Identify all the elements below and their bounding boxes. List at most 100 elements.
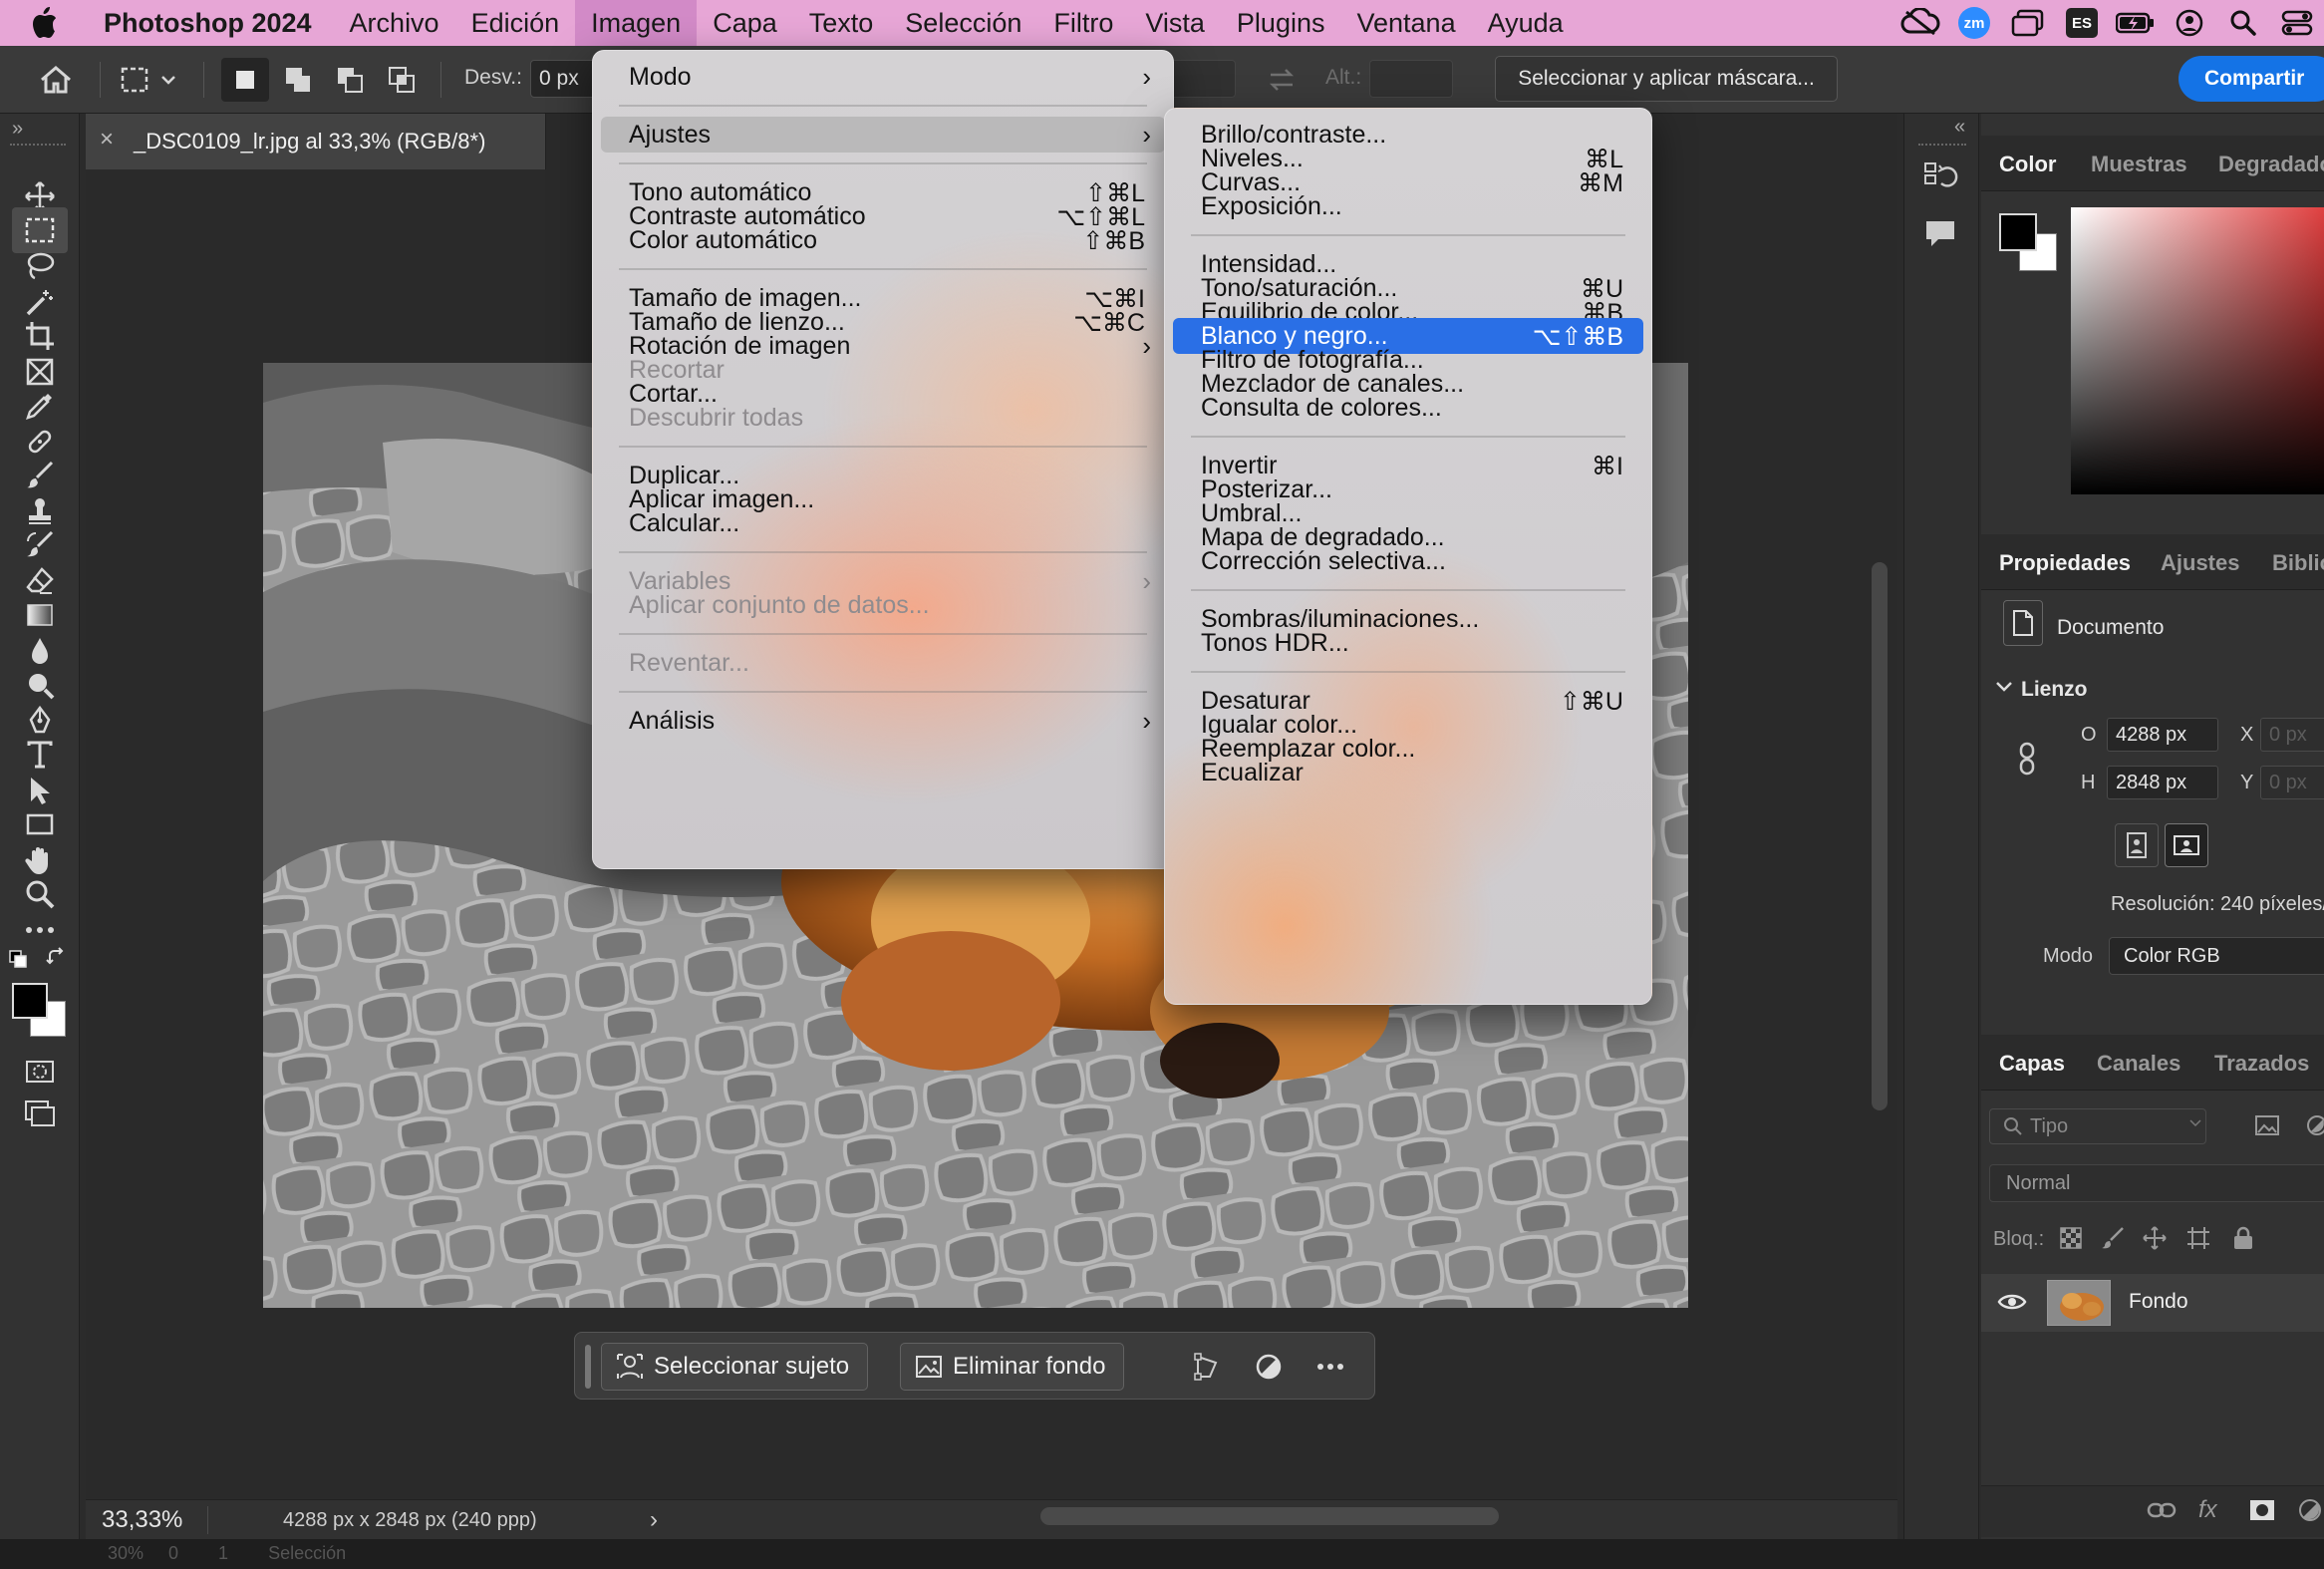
battery-icon[interactable] bbox=[2109, 0, 2163, 46]
canvas-width-input[interactable]: 4288 px bbox=[2107, 718, 2218, 752]
canvas-height-input[interactable]: 2848 px bbox=[2107, 766, 2218, 799]
blend-mode-select[interactable]: Normal bbox=[1989, 1164, 2324, 1202]
default-colors-icon[interactable] bbox=[8, 949, 28, 969]
document-icon bbox=[2003, 600, 2043, 646]
menu-ventana[interactable]: Ventana bbox=[1340, 0, 1471, 46]
menu-filtro[interactable]: Filtro bbox=[1037, 0, 1129, 46]
horizontal-scrollbar[interactable] bbox=[1040, 1507, 1499, 1525]
taskbar-drag-handle[interactable] bbox=[585, 1345, 591, 1389]
canvas-y-input[interactable]: 0 px bbox=[2260, 766, 2324, 799]
layer-mask-icon[interactable] bbox=[2248, 1498, 2276, 1522]
more-options-icon[interactable] bbox=[1308, 1345, 1352, 1389]
menu-texto[interactable]: Texto bbox=[793, 0, 890, 46]
canvas-x-input[interactable]: 0 px bbox=[2260, 718, 2324, 752]
remove-background-button[interactable]: Eliminar fondo bbox=[900, 1343, 1125, 1391]
menu-capa[interactable]: Capa bbox=[697, 0, 793, 46]
window-switcher-icon[interactable] bbox=[2001, 0, 2055, 46]
transform-icon[interactable] bbox=[1185, 1345, 1229, 1389]
menu-edicion[interactable]: Edición bbox=[455, 0, 576, 46]
lock-all-icon[interactable] bbox=[2232, 1226, 2254, 1250]
menu-plugins[interactable]: Plugins bbox=[1221, 0, 1341, 46]
tab-color[interactable]: Color bbox=[1999, 152, 2056, 177]
new-adjustment-layer-icon[interactable] bbox=[2298, 1498, 2322, 1522]
adjustment-layer-icon[interactable] bbox=[1247, 1345, 1291, 1389]
zoom-level-field[interactable]: 33,33% bbox=[102, 1506, 217, 1536]
lock-artboard-icon[interactable] bbox=[2186, 1226, 2210, 1250]
portrait-orientation-icon[interactable] bbox=[2115, 823, 2159, 867]
vertical-scrollbar[interactable] bbox=[1872, 562, 1888, 1110]
tab-gradients[interactable]: Degradados bbox=[2218, 152, 2324, 177]
control-center-icon[interactable] bbox=[2270, 0, 2324, 46]
menu-item-tonos-hdr[interactable]: Tonos HDR... bbox=[1173, 625, 1643, 661]
swap-colors-icon[interactable] bbox=[46, 947, 68, 969]
spotlight-search-icon[interactable] bbox=[2216, 0, 2270, 46]
input-source-icon[interactable]: ES bbox=[2055, 0, 2109, 46]
width-input[interactable] bbox=[1164, 60, 1236, 98]
link-layers-icon[interactable] bbox=[2147, 1500, 2177, 1520]
swap-dimensions-icon[interactable] bbox=[1260, 58, 1304, 102]
close-tab-icon[interactable]: × bbox=[100, 126, 114, 154]
landscape-orientation-icon[interactable] bbox=[2165, 823, 2208, 867]
menu-item-consulta-colores[interactable]: Consulta de colores... bbox=[1173, 390, 1643, 426]
status-menu-arrow[interactable]: › bbox=[650, 1506, 658, 1534]
lock-position-icon[interactable] bbox=[2143, 1226, 2167, 1250]
home-icon[interactable] bbox=[30, 58, 82, 102]
add-to-selection-icon[interactable] bbox=[275, 58, 321, 102]
menu-item-ecualizar[interactable]: Ecualizar bbox=[1173, 755, 1643, 790]
tab-properties[interactable]: Propiedades bbox=[1999, 550, 2131, 576]
tab-libraries[interactable]: Bibliotecas bbox=[2272, 550, 2324, 576]
select-and-mask-button[interactable]: Seleccionar y aplicar máscara... bbox=[1495, 56, 1838, 102]
panel-foreground-swatch[interactable] bbox=[1999, 213, 2037, 251]
eye-icon[interactable] bbox=[1997, 1292, 2027, 1312]
tab-paths[interactable]: Trazados bbox=[2214, 1051, 2309, 1077]
menu-item-exposicion[interactable]: Exposición... bbox=[1173, 188, 1643, 224]
layer-thumbnail bbox=[2047, 1280, 2111, 1326]
new-selection-icon[interactable] bbox=[221, 58, 269, 102]
lock-transparency-icon[interactable] bbox=[2059, 1226, 2083, 1250]
menu-item-modo[interactable]: Modo › bbox=[601, 59, 1165, 95]
subtract-selection-icon[interactable] bbox=[327, 58, 373, 102]
color-picker-field[interactable] bbox=[2071, 207, 2324, 494]
menu-item-color-automatico[interactable]: Color automático ⇧⌘B bbox=[601, 222, 1165, 258]
layer-effects-icon[interactable]: fx bbox=[2198, 1496, 2217, 1524]
user-account-icon[interactable] bbox=[2163, 0, 2216, 46]
height-input[interactable] bbox=[1369, 60, 1453, 98]
menu-archivo[interactable]: Archivo bbox=[334, 0, 455, 46]
menu-seleccion[interactable]: Selección bbox=[889, 0, 1037, 46]
apple-icon[interactable] bbox=[0, 0, 58, 46]
marquee-preset-icon[interactable] bbox=[116, 58, 185, 102]
menu-item-ajustes[interactable]: Ajustes › bbox=[601, 117, 1165, 153]
link-dimensions-icon[interactable] bbox=[2017, 742, 2037, 776]
filter-adjustment-layers-icon[interactable] bbox=[2306, 1114, 2324, 1136]
menu-item-calcular[interactable]: Calcular... bbox=[601, 505, 1165, 541]
foreground-color-swatch[interactable] bbox=[12, 983, 48, 1019]
menu-vista[interactable]: Vista bbox=[1129, 0, 1221, 46]
share-button[interactable]: Compartir bbox=[2179, 56, 2324, 102]
menu-item-analisis[interactable]: Análisis › bbox=[601, 703, 1165, 739]
tab-adjustments[interactable]: Ajustes bbox=[2161, 550, 2239, 576]
menu-item-correccion-selectiva[interactable]: Corrección selectiva... bbox=[1173, 543, 1643, 579]
history-panel-icon[interactable] bbox=[1922, 159, 1958, 195]
creative-cloud-icon[interactable] bbox=[1893, 0, 1947, 46]
quick-mask-icon[interactable] bbox=[12, 1049, 68, 1095]
menu-separator bbox=[619, 446, 1147, 448]
chevron-down-icon[interactable] bbox=[1995, 680, 2013, 694]
document-tab[interactable]: × _DSC0109_lr.jpg al 33,3% (RGB/8*) bbox=[86, 114, 546, 169]
app-menu-title[interactable]: Photoshop 2024 bbox=[104, 8, 312, 39]
tab-channels[interactable]: Canales bbox=[2097, 1051, 2180, 1077]
comments-panel-icon[interactable] bbox=[1922, 217, 1958, 251]
lock-pixels-icon[interactable] bbox=[2101, 1226, 2125, 1250]
collapse-panels-icon[interactable]: « bbox=[1954, 116, 1965, 139]
collapse-tools-icon[interactable]: » bbox=[12, 118, 23, 141]
tab-layers[interactable]: Capas bbox=[1999, 1051, 2065, 1077]
intersect-selection-icon[interactable] bbox=[379, 58, 425, 102]
filter-pixel-layers-icon[interactable] bbox=[2254, 1114, 2280, 1136]
screen-mode-icon[interactable] bbox=[12, 1091, 68, 1136]
color-mode-select[interactable]: Color RGB bbox=[2109, 937, 2324, 975]
select-subject-button[interactable]: Seleccionar sujeto bbox=[601, 1343, 869, 1391]
menu-imagen[interactable]: Imagen bbox=[575, 0, 698, 46]
tab-swatches[interactable]: Muestras bbox=[2091, 152, 2187, 177]
feather-input[interactable]: 0 px bbox=[530, 60, 598, 98]
zoom-app-icon[interactable]: zm bbox=[1947, 0, 2001, 46]
menu-ayuda[interactable]: Ayuda bbox=[1472, 0, 1580, 46]
